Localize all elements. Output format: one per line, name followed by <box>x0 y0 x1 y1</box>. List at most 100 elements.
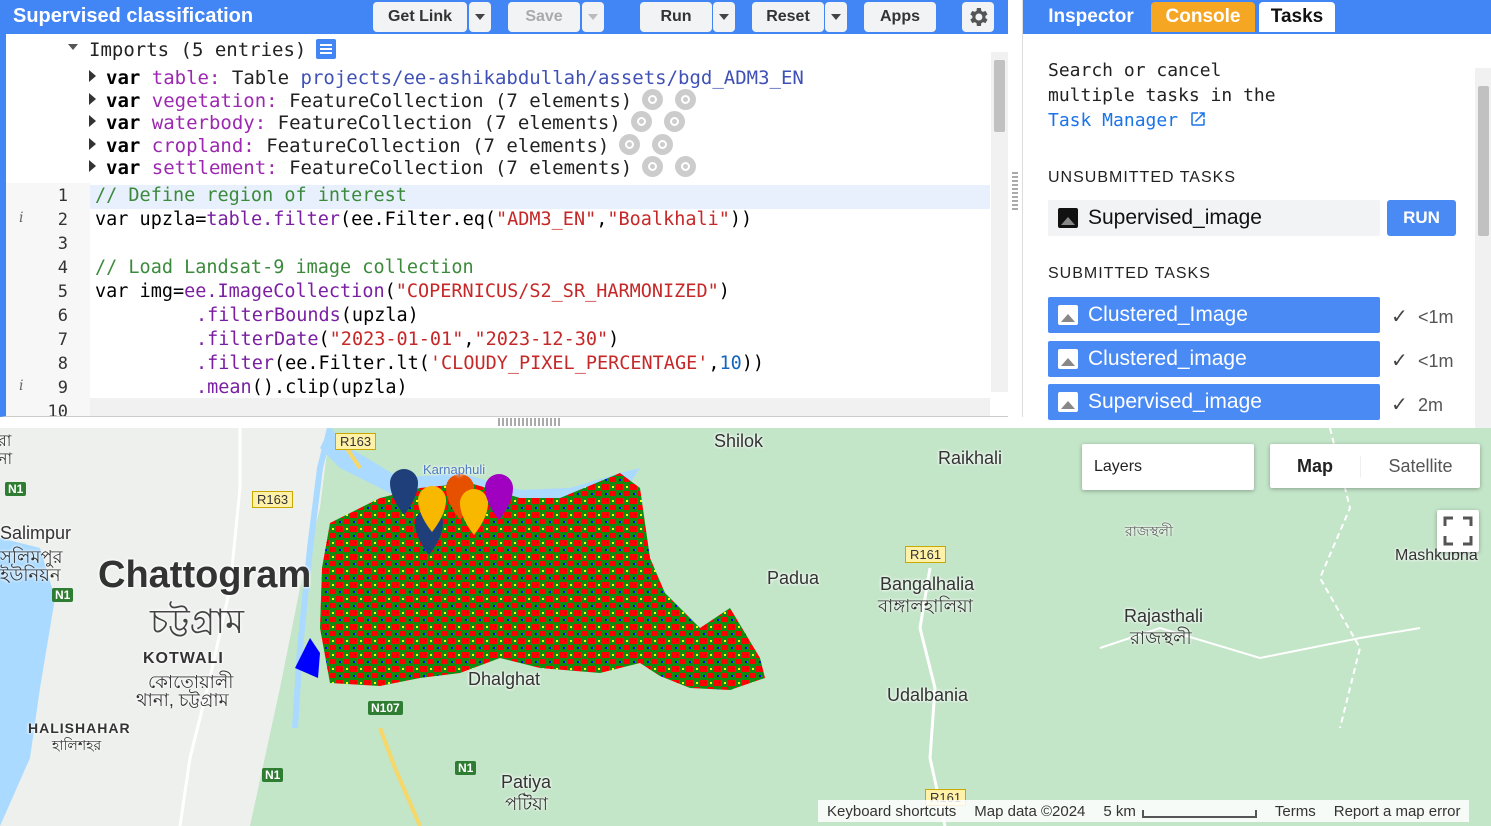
task-duration: <1m <box>1418 351 1454 371</box>
satellite-type-button[interactable]: Satellite <box>1360 455 1480 477</box>
keyword: var <box>106 112 141 134</box>
import-name[interactable]: waterbody: <box>152 112 266 134</box>
info-icon[interactable]: i <box>19 378 23 394</box>
save-dropdown[interactable] <box>582 2 604 32</box>
task-duration: <1m <box>1418 307 1454 327</box>
target-icon[interactable] <box>675 156 697 177</box>
expand-arrow-icon[interactable] <box>89 115 96 127</box>
task-name: Supervised_image <box>1088 390 1262 413</box>
import-entry-cropland[interactable]: var cropland: FeatureCollection (7 eleme… <box>89 134 685 157</box>
tab-console[interactable]: Console <box>1151 2 1255 32</box>
editor-horizontal-scrollbar[interactable] <box>90 398 990 416</box>
expand-arrow-icon[interactable] <box>89 138 96 150</box>
code-token: "Boalkhali" <box>607 209 730 230</box>
scroll-thumb[interactable] <box>1478 86 1489 236</box>
code-line-1[interactable]: // Define region of interest <box>90 185 990 209</box>
tab-tasks[interactable]: Tasks <box>1259 2 1335 32</box>
target-icon[interactable] <box>675 89 697 110</box>
keyboard-shortcuts-link[interactable]: Keyboard shortcuts <box>818 803 965 820</box>
code-token: (upzla) <box>340 305 419 326</box>
expand-arrow-icon[interactable] <box>89 93 96 105</box>
task-manager-link[interactable]: Task Manager <box>1048 110 1178 131</box>
report-error-link[interactable]: Report a map error <box>1325 803 1470 820</box>
code-line-8[interactable]: .filter(ee.Filter.lt('CLOUDY_PIXEL_PERCE… <box>196 353 764 377</box>
line-number: 4 <box>57 258 68 278</box>
scroll-thumb[interactable] <box>994 60 1005 132</box>
tab-inspector[interactable]: Inspector <box>1031 2 1151 32</box>
gear-icon[interactable] <box>630 111 652 132</box>
tasks-scrollbar[interactable] <box>1475 68 1491 451</box>
chevron-down-icon <box>475 14 485 20</box>
import-type: FeatureCollection (7 elements) <box>277 112 621 134</box>
target-icon[interactable] <box>663 111 685 132</box>
editor-vertical-scrollbar[interactable] <box>991 52 1008 392</box>
run-task-button[interactable]: RUN <box>1387 200 1456 236</box>
code-token: , <box>596 209 608 230</box>
gear-icon[interactable] <box>619 134 641 155</box>
expand-arrow-icon[interactable] <box>89 70 96 82</box>
submitted-task[interactable]: Clustered_Image <box>1048 297 1380 333</box>
run-button[interactable]: Run <box>640 2 712 32</box>
code-line-4[interactable]: // Load Landsat-9 image collection <box>95 257 474 281</box>
line-number: 7 <box>57 330 68 350</box>
import-name[interactable]: vegetation: <box>152 90 278 112</box>
task-name: Supervised_image <box>1088 206 1262 229</box>
import-entry-table[interactable]: var table: Table projects/ee-ashikabdull… <box>89 67 804 89</box>
import-entry-waterbody[interactable]: var waterbody: FeatureCollection (7 elem… <box>89 111 697 134</box>
code-line-2[interactable]: var upzla=table.filter(ee.Filter.eq("ADM… <box>95 209 752 233</box>
import-name[interactable]: table: <box>152 67 221 89</box>
show-script-icon[interactable] <box>316 39 337 59</box>
road-marker: R163 <box>252 491 294 508</box>
map-label: রাজস্থলী <box>1130 628 1192 648</box>
collapse-imports-icon[interactable] <box>68 44 78 50</box>
run-dropdown[interactable] <box>713 2 735 32</box>
gear-icon[interactable] <box>642 156 664 177</box>
fullscreen-button[interactable] <box>1437 510 1479 552</box>
submitted-task[interactable]: Supervised_image <box>1048 384 1380 420</box>
get-link-button[interactable]: Get Link <box>373 2 467 32</box>
expand-arrow-icon[interactable] <box>89 160 96 172</box>
reset-dropdown[interactable] <box>825 2 847 32</box>
gear-icon[interactable] <box>642 89 664 110</box>
import-name[interactable]: settlement: <box>152 157 278 179</box>
map-view[interactable]: রা না Salimpur সলিমপুর ইউনিয়ন Chattogra… <box>0 428 1491 826</box>
code-line-7[interactable]: .filterDate("2023-01-01","2023-12-30") <box>196 329 619 353</box>
code-token: , <box>463 329 475 350</box>
vertical-resize-handle[interactable] <box>1012 170 1018 210</box>
line-number: 5 <box>57 282 68 302</box>
code-line-5[interactable]: var img=ee.ImageCollection("COPERNICUS/S… <box>95 281 730 305</box>
apps-button[interactable]: Apps <box>864 2 936 32</box>
right-panel-tabs: Inspector Console Tasks <box>1023 0 1491 34</box>
info-icon[interactable]: i <box>19 210 23 226</box>
import-entry-vegetation[interactable]: var vegetation: FeatureCollection (7 ele… <box>89 89 708 112</box>
code-token: "2023-12-30" <box>474 329 609 350</box>
asset-link[interactable]: projects/ee-ashikabdullah/assets/bgd_ADM… <box>301 67 804 89</box>
terms-link[interactable]: Terms <box>1266 803 1325 820</box>
keyword: var <box>106 157 141 179</box>
code-token: ( <box>384 281 396 302</box>
code-editor[interactable]: Imports (5 entries) var table: Table pro… <box>0 34 1008 417</box>
import-entry-settlement[interactable]: var settlement: FeatureCollection (7 ele… <box>89 156 708 179</box>
code-area[interactable]: // Define region of interest var upzla=t… <box>90 183 990 416</box>
tasks-panel: Search or cancel multiple tasks in the T… <box>1023 34 1491 451</box>
target-icon[interactable] <box>652 134 674 155</box>
get-link-dropdown[interactable] <box>469 2 491 32</box>
imports-summary[interactable]: Imports (5 entries) <box>89 39 337 61</box>
import-type: FeatureCollection (7 elements) <box>266 135 610 157</box>
code-line-6[interactable]: .filterBounds(upzla) <box>196 305 419 329</box>
code-token: var upzla= <box>95 209 207 230</box>
import-name[interactable]: cropland: <box>152 135 255 157</box>
unsubmitted-task[interactable]: Supervised_image <box>1048 200 1380 236</box>
save-button[interactable]: Save <box>508 2 580 32</box>
open-in-new-icon[interactable] <box>1189 110 1207 128</box>
map-label: KOTWALI <box>143 650 224 667</box>
code-token: ().clip(upzla) <box>251 377 408 398</box>
layers-button[interactable]: Layers <box>1082 444 1254 490</box>
reset-button[interactable]: Reset <box>752 2 824 32</box>
settings-button[interactable] <box>962 2 994 32</box>
submitted-task[interactable]: Clustered_image <box>1048 341 1380 377</box>
panel-resize-handle[interactable] <box>498 418 562 426</box>
map-type-button[interactable]: Map <box>1270 456 1360 477</box>
road-marker: N1 <box>5 482 27 496</box>
code-token: var img= <box>95 281 185 302</box>
